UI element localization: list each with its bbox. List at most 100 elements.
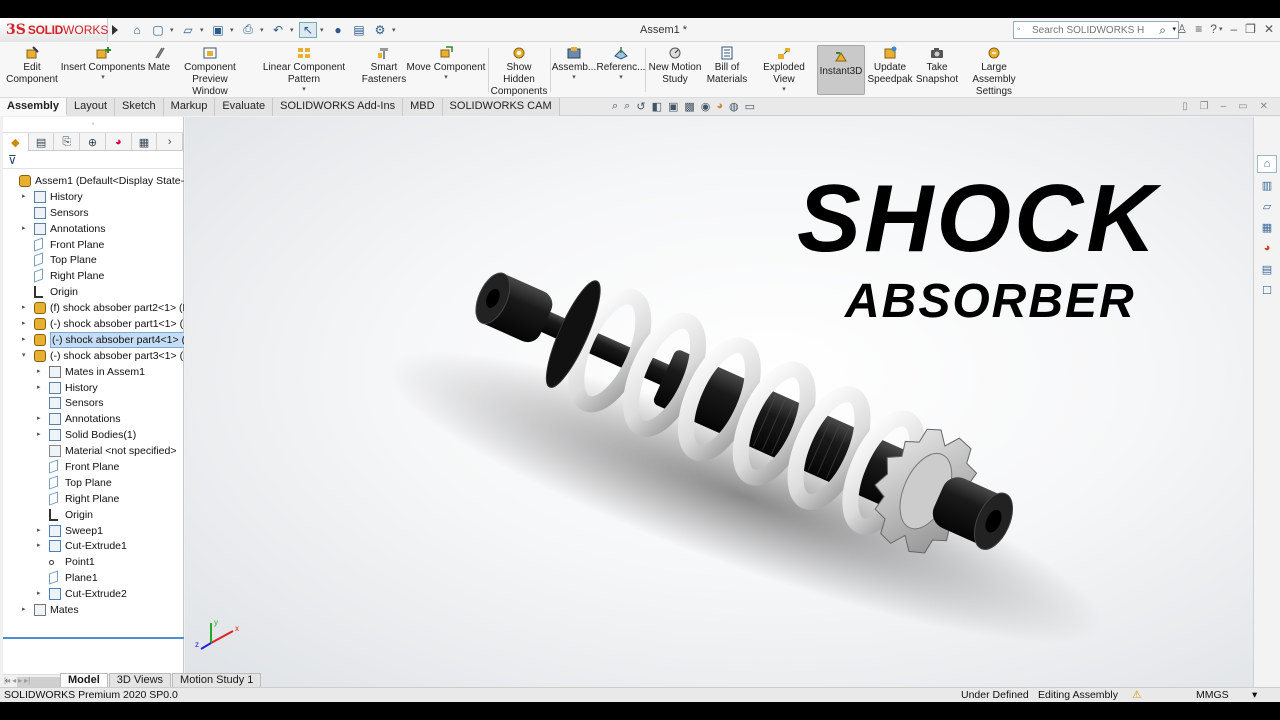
file-properties-icon[interactable]: ▤ bbox=[350, 22, 368, 38]
property-manager-tab-icon[interactable]: ▤ bbox=[29, 133, 55, 151]
tree-expand-icon[interactable]: ▸ bbox=[22, 332, 26, 348]
view-orientation-icon[interactable]: ▣ bbox=[668, 100, 678, 113]
linear-component-pattern-button[interactable]: Linear Component Pattern ▾ bbox=[248, 46, 360, 94]
display-style-icon[interactable]: ▩ bbox=[684, 100, 694, 113]
custom-properties-icon[interactable]: ▤ bbox=[1257, 260, 1277, 278]
tree-node[interactable]: Right Plane bbox=[3, 491, 184, 507]
rebuild-status-icon[interactable]: ⚠ bbox=[1132, 688, 1141, 702]
linear-pattern-dropdown-icon[interactable]: ▾ bbox=[302, 86, 306, 94]
first-tab-icon[interactable]: |◂ bbox=[4, 676, 10, 685]
design-library-icon[interactable]: ▥ bbox=[1257, 176, 1277, 194]
appearances-icon[interactable]: ◕ bbox=[1257, 239, 1277, 257]
tree-node[interactable]: Top Plane bbox=[3, 475, 184, 491]
assembly-features-button[interactable]: Assemb... ▾ bbox=[552, 46, 596, 82]
tree-node[interactable]: ▸ (-) shock absober part1<1> (Defa bbox=[3, 316, 184, 332]
tab-evaluate[interactable]: Evaluate bbox=[215, 98, 274, 116]
new-dropdown-icon[interactable]: ▾ bbox=[170, 26, 176, 34]
solidworks-logo[interactable]: 3S SOLID WORKS bbox=[0, 18, 108, 42]
tree-node[interactable]: ▸ Mates in Assem1 bbox=[3, 364, 184, 380]
help-search[interactable]: ◦ ⌕ ▾ bbox=[1013, 21, 1179, 39]
section-view-icon[interactable]: ◧ bbox=[652, 100, 662, 113]
search-icon[interactable]: ⌕ bbox=[1159, 23, 1166, 38]
tree-node[interactable]: Front Plane bbox=[3, 236, 184, 253]
insert-components-button[interactable]: Insert Components ▾ bbox=[60, 46, 146, 82]
bill-of-materials-button[interactable]: Bill of Materials bbox=[704, 46, 750, 86]
tree-expand-icon[interactable]: ▸ bbox=[22, 189, 26, 205]
select-icon[interactable]: ↖ bbox=[299, 21, 317, 38]
feature-tree-divider[interactable] bbox=[3, 637, 184, 639]
graphics-area[interactable]: SHOCK ABSORBER x y z bbox=[185, 117, 1253, 688]
rebuild-icon[interactable]: ● bbox=[329, 22, 347, 38]
user-icon[interactable]: ♙ bbox=[1177, 22, 1188, 36]
search-dropdown-icon[interactable]: ▾ bbox=[1172, 25, 1176, 33]
show-hidden-components-button[interactable]: Show Hidden Components bbox=[490, 46, 548, 98]
tree-node[interactable]: ▸ Cut-Extrude1 bbox=[3, 538, 184, 554]
tree-node[interactable]: Material <not specified> bbox=[3, 443, 184, 459]
reference-geometry-button[interactable]: Referenc... ▾ bbox=[597, 46, 645, 82]
tab-motion-study-1[interactable]: Motion Study 1 bbox=[172, 673, 262, 687]
viewport-minimize-icon[interactable]: – bbox=[1221, 101, 1227, 112]
open-dropdown-icon[interactable]: ▾ bbox=[200, 26, 206, 34]
tree-expand-icon[interactable]: ▸ bbox=[37, 586, 41, 602]
help-search-input[interactable] bbox=[1014, 24, 1144, 36]
tree-node[interactable]: Assem1 (Default<Display State-1>) bbox=[3, 173, 184, 189]
tree-expand-icon[interactable]: ▸ bbox=[22, 221, 26, 237]
tab-solidworks-add-ins[interactable]: SOLIDWORKS Add-Ins bbox=[273, 98, 404, 116]
tree-expand-icon[interactable]: ▸ bbox=[37, 523, 41, 539]
tree-node[interactable]: ▸ Cut-Extrude2 bbox=[3, 586, 184, 602]
insert-components-dropdown-icon[interactable]: ▾ bbox=[101, 74, 105, 82]
viewport-restore-icon[interactable]: ❐ bbox=[1200, 101, 1209, 112]
move-component-button[interactable]: Move Component ▾ bbox=[406, 46, 486, 82]
tree-node[interactable]: ▸ Mates bbox=[3, 602, 184, 618]
tab-3d-views[interactable]: 3D Views bbox=[108, 673, 172, 687]
take-snapshot-button[interactable]: Take Snapshot bbox=[914, 46, 960, 86]
customize-status-icon[interactable]: ▾ bbox=[1252, 688, 1257, 702]
large-assembly-settings-button[interactable]: Large Assembly Settings bbox=[960, 46, 1028, 98]
mate-button[interactable]: Mate bbox=[144, 46, 174, 74]
tree-node[interactable]: Right Plane bbox=[3, 268, 184, 284]
unit-system[interactable]: MMGS bbox=[1196, 688, 1229, 702]
tree-node[interactable]: Sensors bbox=[3, 205, 184, 221]
update-speedpak-button[interactable]: Update Speedpak bbox=[866, 46, 914, 86]
view-palette-icon[interactable]: ▦ bbox=[1257, 218, 1277, 236]
new-motion-study-button[interactable]: New Motion Study bbox=[646, 46, 704, 86]
last-tab-icon[interactable]: ▸| bbox=[24, 676, 30, 685]
save-dropdown-icon[interactable]: ▾ bbox=[230, 26, 236, 34]
tree-node[interactable]: ▾ (-) shock absober part3<1> (Defa bbox=[3, 348, 184, 364]
menu-expand-icon[interactable] bbox=[112, 24, 118, 35]
tab-assembly[interactable]: Assembly bbox=[0, 98, 67, 116]
tab-mbd[interactable]: MBD bbox=[403, 98, 443, 116]
viewport-tile-icon[interactable]: ▯ bbox=[1182, 101, 1188, 112]
exploded-view-button[interactable]: Exploded View ▾ bbox=[752, 46, 816, 94]
tree-expand-icon[interactable]: ▸ bbox=[37, 364, 41, 380]
next-tab-icon[interactable]: ▸ bbox=[18, 676, 22, 685]
feature-manager-tab-icon[interactable]: ◆ bbox=[3, 133, 29, 151]
tree-node[interactable]: Origin bbox=[3, 507, 184, 523]
dimxpert-manager-tab-icon[interactable]: ⊕ bbox=[80, 133, 106, 151]
filter-icon[interactable]: ⊽ bbox=[3, 151, 183, 169]
smart-fasteners-button[interactable]: Smart Fasteners bbox=[360, 46, 408, 86]
options-dropdown-icon[interactable]: ▾ bbox=[392, 26, 398, 34]
undo-dropdown-icon[interactable]: ▾ bbox=[290, 26, 296, 34]
open-icon[interactable]: ▱ bbox=[179, 22, 197, 38]
configuration-manager-tab-icon[interactable]: ⎘ bbox=[54, 133, 81, 151]
save-icon[interactable]: ▣ bbox=[209, 22, 227, 38]
reference-geometry-dropdown-icon[interactable]: ▾ bbox=[619, 74, 623, 82]
tree-node[interactable]: ▸ History bbox=[3, 189, 184, 205]
tree-expand-icon[interactable]: ▸ bbox=[37, 427, 41, 443]
tree-expand-icon[interactable]: ▸ bbox=[37, 380, 41, 396]
tree-node[interactable]: Top Plane bbox=[3, 252, 184, 268]
tab-markup[interactable]: Markup bbox=[163, 98, 216, 116]
tab-solidworks-cam[interactable]: SOLIDWORKS CAM bbox=[442, 98, 560, 116]
move-component-dropdown-icon[interactable]: ▾ bbox=[444, 74, 448, 82]
apply-scene-icon[interactable]: ◍ bbox=[729, 100, 739, 113]
edit-appearance-icon[interactable]: ◕ bbox=[716, 100, 723, 113]
component-preview-window-button[interactable]: Component Preview Window bbox=[174, 46, 246, 98]
solidworks-resources-icon[interactable]: ⌂ bbox=[1257, 155, 1277, 173]
instant3d-button[interactable]: Instant3D bbox=[817, 45, 865, 95]
file-explorer-icon[interactable]: ▱ bbox=[1257, 197, 1277, 215]
zoom-to-fit-icon[interactable]: ⌕ bbox=[612, 100, 618, 113]
print-icon[interactable]: ⎙ bbox=[239, 22, 257, 38]
edit-component-button[interactable]: Edit Component bbox=[6, 46, 58, 86]
print-dropdown-icon[interactable]: ▾ bbox=[260, 26, 266, 34]
